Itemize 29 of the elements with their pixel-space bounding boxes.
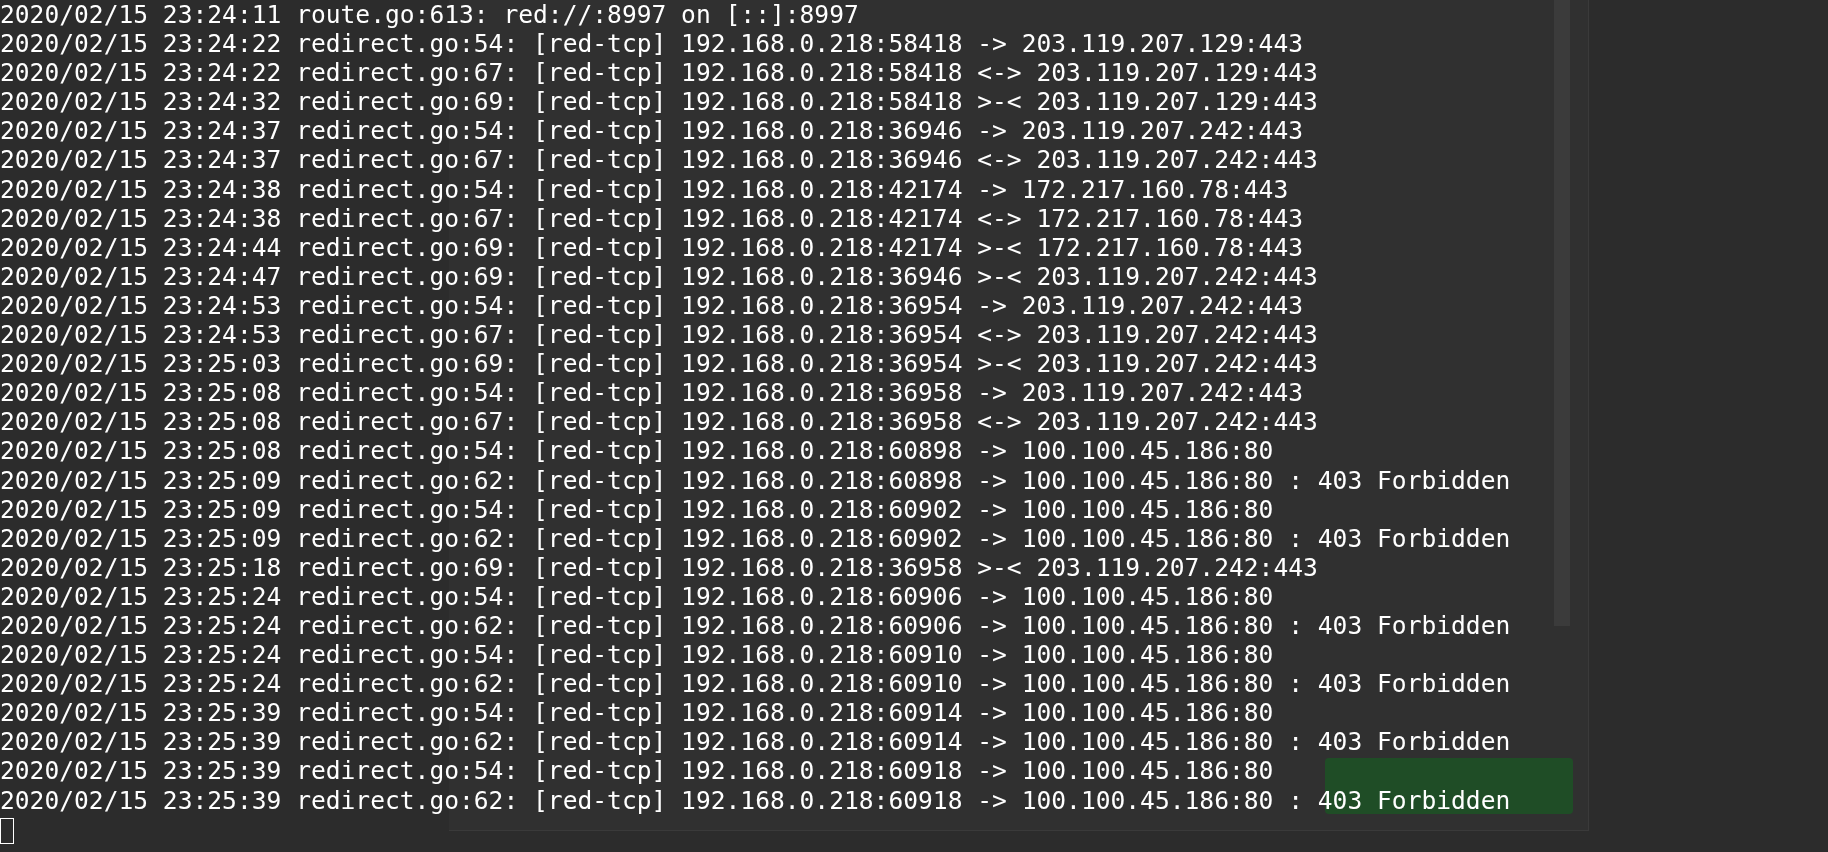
log-line: 2020/02/15 23:24:53 redirect.go:54: [red-tcp] 192.168.0.218:36954 -> 203.119.207.242:443 — [0, 290, 1304, 321]
log-line: 2020/02/15 23:25:39 redirect.go:54: [red-tcp] 192.168.0.218:60914 -> 100.100.45.186:80 — [0, 698, 1275, 728]
log-line: 2020/02/15 23:25:24 redirect.go:62: [red-tcp] 192.168.0.218:60906 -> 100.100.45.186:80 : 403 Forbidden — [0, 610, 1511, 641]
log-line: 2020/02/15 23:24:32 redirect.go:69: [red-tcp] 192.168.0.218:58418 >-< 203.119.207.129:443 — [0, 87, 1319, 117]
log-line: 2020/02/15 23:25:09 redirect.go:62: [red-tcp] 192.168.0.218:60902 -> 100.100.45.186:80 : 403 Forbidden — [0, 523, 1511, 553]
log-line: 2020/02/15 23:24:37 redirect.go:54: [red-tcp] 192.168.0.218:36946 -> 203.119.207.242:443 — [0, 116, 1304, 146]
log-line: 2020/02/15 23:25:24 redirect.go:62: [red-tcp] 192.168.0.218:60910 -> 100.100.45.186:80 : 403 Forbidden — [0, 669, 1511, 699]
log-line: 2020/02/15 23:25:24 redirect.go:54: [red-tcp] 192.168.0.218:60910 -> 100.100.45.186:80 — [0, 640, 1275, 670]
log-line: 2020/02/15 23:24:47 redirect.go:69: [red-tcp] 192.168.0.218:36946 >-< 203.119.207.242:443 — [0, 261, 1319, 291]
log-line: 2020/02/15 23:24:22 redirect.go:67: [red-tcp] 192.168.0.218:58418 <-> 203.119.207.129:443 — [0, 58, 1319, 88]
log-line: 2020/02/15 23:24:11 route.go:613: red://:8997 on [::]:8997 — [0, 0, 860, 30]
log-line: 2020/02/15 23:25:18 redirect.go:69: [red-tcp] 192.168.0.218:36958 >-< 203.119.207.242:443 — [0, 552, 1319, 582]
log-line: 2020/02/15 23:25:08 redirect.go:67: [red-tcp] 192.168.0.218:36958 <-> 203.119.207.242:443 — [0, 407, 1319, 437]
log-line: 2020/02/15 23:24:44 redirect.go:69: [red-tcp] 192.168.0.218:42174 >-< 172.217.160.78:443 — [0, 232, 1304, 262]
log-line: 2020/02/15 23:25:39 redirect.go:62: [red-tcp] 192.168.0.218:60918 -> 100.100.45.186:80 : 403 Forbidden — [0, 785, 1511, 815]
log-line: 2020/02/15 23:25:08 redirect.go:54: [red-tcp] 192.168.0.218:60898 -> 100.100.45.186:80 — [0, 436, 1275, 466]
log-line: 2020/02/15 23:25:24 redirect.go:54: [red-tcp] 192.168.0.218:60906 -> 100.100.45.186:80 — [0, 581, 1275, 611]
log-line: 2020/02/15 23:25:03 redirect.go:69: [red-tcp] 192.168.0.218:36954 >-< 203.119.207.242:443 — [0, 349, 1319, 379]
log-line: 2020/02/15 23:25:39 redirect.go:62: [red-tcp] 192.168.0.218:60914 -> 100.100.45.186:80 : 403 Forbidden — [0, 727, 1511, 757]
log-line: 2020/02/15 23:25:08 redirect.go:54: [red-tcp] 192.168.0.218:36958 -> 203.119.207.242:443 — [0, 378, 1304, 408]
cursor-icon — [0, 817, 14, 844]
log-line: 2020/02/15 23:24:22 redirect.go:54: [red-tcp] 192.168.0.218:58418 -> 203.119.207.129:443 — [0, 29, 1304, 59]
log-line: 2020/02/15 23:25:09 redirect.go:62: [red-tcp] 192.168.0.218:60898 -> 100.100.45.186:80 : 403 Forbidden — [0, 465, 1511, 495]
log-line: 2020/02/15 23:25:09 redirect.go:54: [red-tcp] 192.168.0.218:60902 -> 100.100.45.186:80 — [0, 494, 1275, 524]
log-line: 2020/02/15 23:24:37 redirect.go:67: [red-tcp] 192.168.0.218:36946 <-> 203.119.207.242:443 — [0, 145, 1319, 175]
log-line: 2020/02/15 23:25:39 redirect.go:54: [red-tcp] 192.168.0.218:60918 -> 100.100.45.186:80 — [0, 756, 1275, 786]
log-line: 2020/02/15 23:24:38 redirect.go:54: [red-tcp] 192.168.0.218:42174 -> 172.217.160.78:443 — [0, 174, 1290, 204]
log-line: 2020/02/15 23:24:53 redirect.go:67: [red-tcp] 192.168.0.218:36954 <-> 203.119.207.242:443 — [0, 320, 1319, 350]
log-line: 2020/02/15 23:24:38 redirect.go:67: [red-tcp] 192.168.0.218:42174 <-> 172.217.160.78:443 — [0, 203, 1304, 233]
